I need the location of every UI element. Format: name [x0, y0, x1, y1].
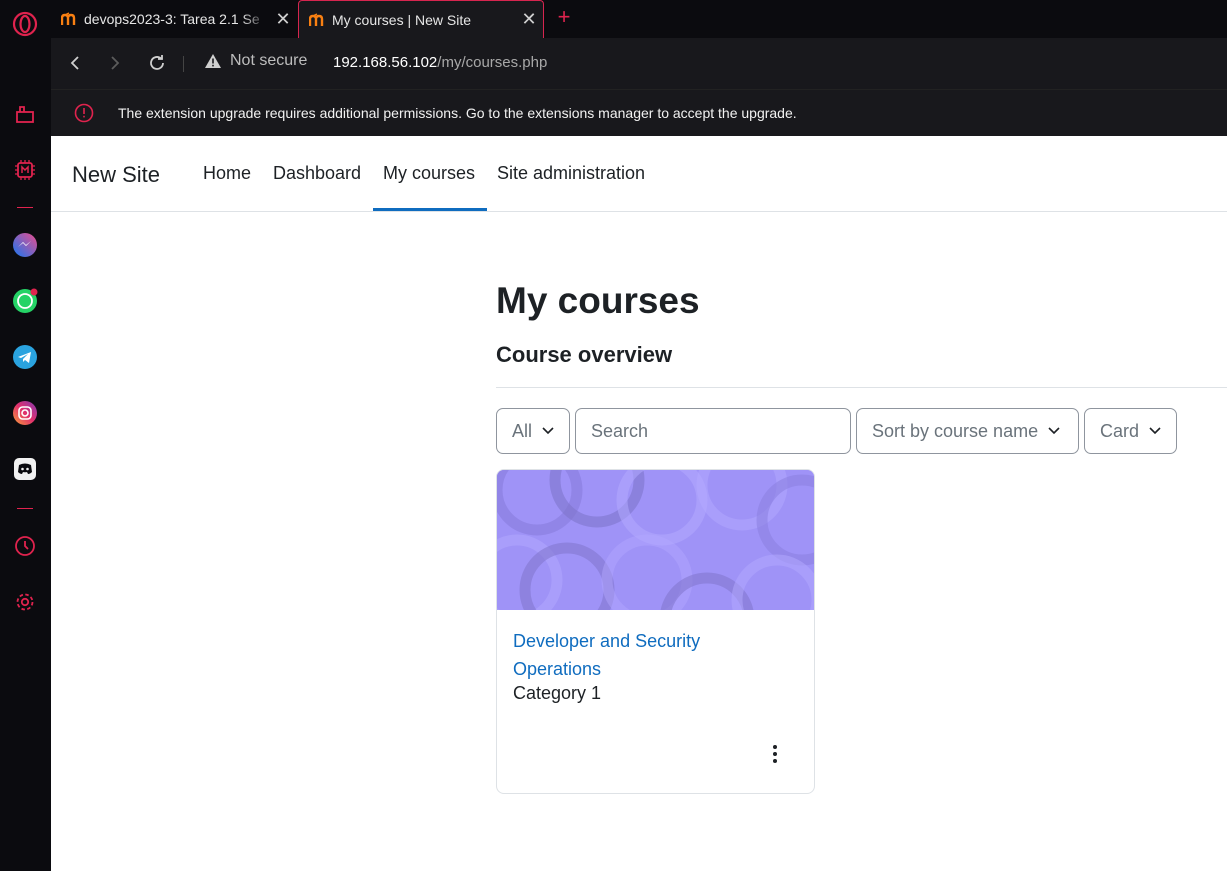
course-pattern	[497, 470, 814, 668]
close-tab-icon[interactable]: ✕	[515, 9, 543, 30]
extension-infobar: The extension upgrade requires additiona…	[51, 89, 1227, 136]
opera-logo-icon[interactable]	[12, 11, 38, 37]
reload-icon	[150, 55, 164, 70]
address-bar: Not secure 192.168.56.102/my/courses.php	[51, 38, 1227, 89]
nav-dashboard[interactable]: Dashboard	[273, 163, 361, 184]
nav-site-administration[interactable]: Site administration	[497, 163, 645, 184]
moodle-icon	[309, 12, 324, 26]
discord-icon[interactable]	[12, 456, 38, 482]
course-category: Category 1	[513, 683, 602, 703]
course-image[interactable]	[497, 470, 814, 668]
chevron-left-icon	[70, 56, 79, 70]
instagram-icon[interactable]	[12, 400, 38, 426]
grouping-value: All	[512, 420, 533, 441]
aria-ai-icon[interactable]	[12, 157, 38, 183]
search-placeholder: Search	[591, 420, 649, 441]
course-actions-button[interactable]	[763, 740, 787, 768]
sidebar-separator	[17, 508, 33, 509]
new-tab-button[interactable]: +	[551, 4, 577, 30]
moodle-icon	[61, 12, 76, 25]
address-divider	[183, 56, 184, 72]
view-dropdown[interactable]: Card	[1084, 408, 1177, 454]
telegram-icon[interactable]	[12, 344, 38, 370]
chevron-right-icon	[111, 56, 120, 70]
security-indicator[interactable]: Not secure	[204, 52, 307, 70]
sort-dropdown[interactable]: Sort by course name	[856, 408, 1079, 454]
view-value: Card	[1100, 420, 1140, 441]
search-input[interactable]: Search	[575, 408, 851, 454]
forward-button[interactable]	[102, 50, 128, 76]
nav-my-courses[interactable]: My courses	[383, 163, 475, 184]
grouping-dropdown[interactable]: All	[496, 408, 570, 454]
chevron-down-icon	[542, 427, 554, 435]
whatsapp-icon[interactable]	[12, 288, 38, 314]
info-icon	[74, 103, 94, 123]
course-title-link[interactable]: Developer and Security Operations	[513, 627, 743, 683]
url-field[interactable]: 192.168.56.102/my/courses.php	[333, 54, 547, 71]
course-card: Developer and Security Operations Catego…	[496, 469, 815, 794]
workspace-icon[interactable]	[12, 101, 38, 127]
sort-value: Sort by course name	[872, 420, 1039, 441]
sidebar-separator	[17, 207, 33, 208]
tab-strip: devops2023-3: Tarea 2.1 Se ✕ My courses …	[51, 0, 1227, 38]
close-tab-icon[interactable]: ✕	[269, 9, 297, 30]
site-brand[interactable]: New Site	[72, 162, 160, 188]
page-title: My courses	[496, 280, 700, 321]
more-vertical-icon	[773, 745, 777, 763]
divider	[496, 387, 1227, 388]
browser-sidebar	[0, 0, 51, 871]
tab-title: devops2023-3: Tarea 2.1 Se	[84, 11, 260, 27]
web-page: New Site Home Dashboard My courses Site …	[51, 136, 1227, 871]
history-icon[interactable]	[12, 533, 38, 559]
chevron-down-icon	[1048, 427, 1060, 435]
nav-home[interactable]: Home	[203, 163, 251, 184]
messenger-icon[interactable]	[12, 232, 38, 258]
url-host: 192.168.56.102	[333, 54, 438, 71]
section-title: Course overview	[496, 342, 673, 367]
back-button[interactable]	[62, 50, 88, 76]
warning-icon	[205, 54, 221, 68]
settings-icon[interactable]	[12, 589, 38, 615]
site-navbar: New Site Home Dashboard My courses Site …	[51, 136, 1227, 212]
url-path: /my/courses.php	[437, 54, 548, 71]
tab-devops[interactable]: devops2023-3: Tarea 2.1 Se ✕	[51, 0, 297, 38]
reload-button[interactable]	[144, 50, 170, 76]
tab-my-courses[interactable]: My courses | New Site ✕	[298, 0, 544, 38]
chevron-down-icon	[1149, 427, 1161, 435]
tab-title: My courses | New Site	[332, 11, 472, 28]
security-label: Not secure	[230, 52, 308, 69]
infobar-message: The extension upgrade requires additiona…	[118, 105, 797, 121]
active-nav-indicator	[373, 208, 487, 211]
